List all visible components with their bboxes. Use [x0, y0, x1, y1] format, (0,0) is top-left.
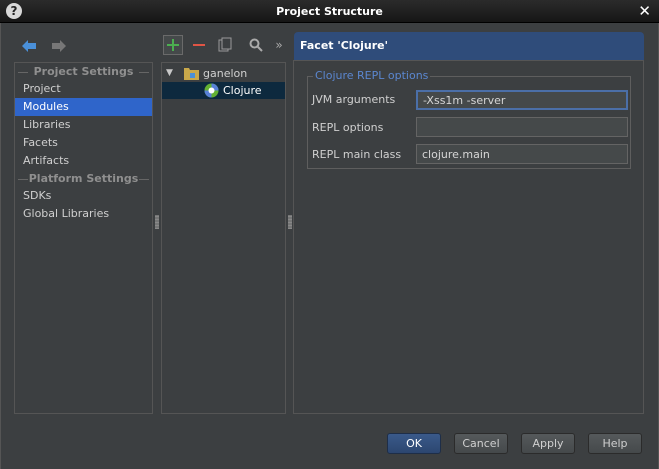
- title-bar: ? Project Structure ✕: [0, 0, 659, 23]
- dialog-body: Project Settings Project Modules Librari…: [0, 23, 659, 469]
- window-title: Project Structure: [276, 5, 383, 18]
- sidebar-item-artifacts[interactable]: Artifacts: [15, 152, 152, 170]
- add-icon[interactable]: [163, 35, 183, 55]
- navigation-arrows: [21, 39, 77, 56]
- sidebar-item-facets[interactable]: Facets: [15, 134, 152, 152]
- more-actions-icon[interactable]: »: [269, 35, 289, 55]
- remove-icon[interactable]: [189, 35, 209, 55]
- right-splitter-handle[interactable]: [288, 215, 292, 229]
- collapse-triangle-icon[interactable]: ▼: [166, 65, 173, 82]
- search-icon[interactable]: [246, 35, 266, 55]
- jvm-arguments-input[interactable]: [416, 90, 628, 110]
- close-icon[interactable]: ✕: [638, 3, 651, 19]
- clojure-logo-icon: [204, 83, 219, 103]
- jvm-arguments-label: JVM arguments: [312, 93, 396, 106]
- tree-item-ganelon[interactable]: ▼ ganelon: [162, 65, 285, 82]
- sidebar-item-sdks[interactable]: SDKs: [15, 187, 152, 205]
- facet-settings-panel: Clojure REPL options JVM arguments REPL …: [293, 60, 644, 414]
- repl-options-label: REPL options: [312, 121, 384, 134]
- repl-options-group: Clojure REPL options JVM arguments REPL …: [307, 69, 631, 169]
- module-tree: ▼ ganelon Clojure: [161, 62, 286, 414]
- group-header-project-settings: Project Settings: [15, 63, 152, 80]
- ok-button[interactable]: OK: [387, 433, 441, 454]
- apply-button[interactable]: Apply: [521, 433, 575, 454]
- left-splitter-handle[interactable]: [155, 215, 159, 229]
- repl-main-class-input[interactable]: [416, 144, 628, 164]
- group-header-platform-settings: Platform Settings: [15, 170, 152, 187]
- facet-header: Facet 'Clojure': [294, 32, 644, 60]
- repl-main-class-label: REPL main class: [312, 148, 402, 161]
- back-arrow-icon[interactable]: [21, 39, 37, 53]
- copy-icon[interactable]: [215, 35, 235, 55]
- sidebar-item-libraries[interactable]: Libraries: [15, 116, 152, 134]
- sidebar-item-global-libraries[interactable]: Global Libraries: [15, 205, 152, 223]
- settings-sidebar: Project Settings Project Modules Librari…: [14, 62, 153, 414]
- cancel-button[interactable]: Cancel: [454, 433, 508, 454]
- sidebar-item-project[interactable]: Project: [15, 80, 152, 98]
- repl-options-input[interactable]: [416, 117, 628, 137]
- tree-item-label: ganelon: [203, 67, 248, 80]
- forward-arrow-icon[interactable]: [51, 39, 67, 53]
- help-button[interactable]: Help: [588, 433, 642, 454]
- sidebar-item-modules[interactable]: Modules: [15, 98, 152, 116]
- group-legend: Clojure REPL options: [313, 69, 431, 82]
- tree-item-label: Clojure: [223, 84, 262, 97]
- tree-item-clojure[interactable]: Clojure: [162, 82, 285, 99]
